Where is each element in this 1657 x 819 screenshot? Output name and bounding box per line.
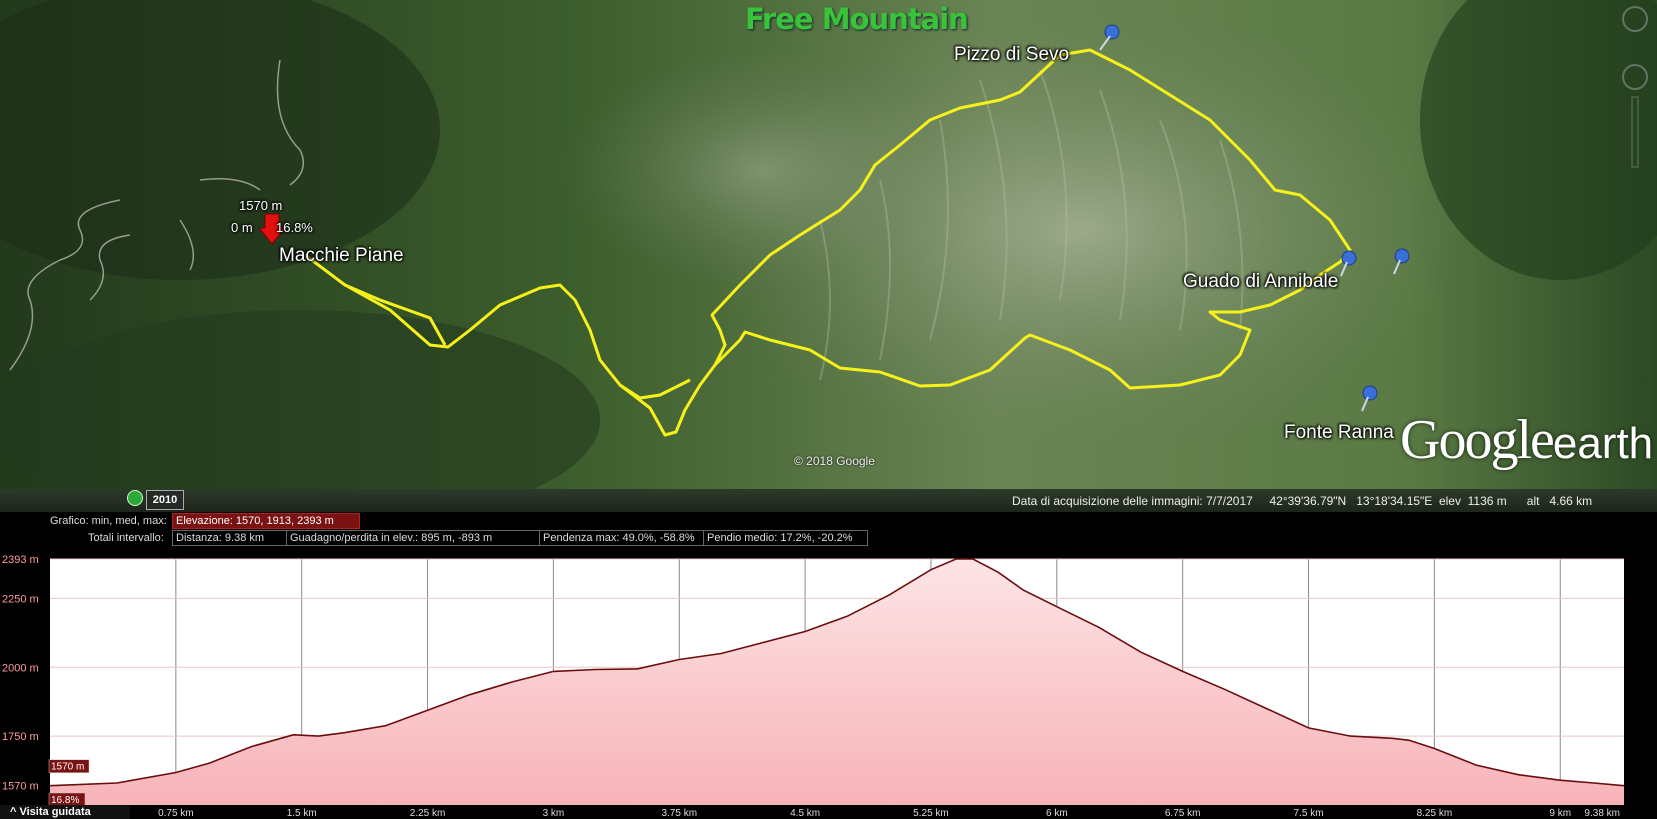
totals-caption: Totali intervallo: <box>88 532 164 544</box>
distance-box[interactable]: Distanza: 9.38 km <box>172 530 287 546</box>
label-pizzo-di-sevo[interactable]: Pizzo di Sevo <box>954 44 1069 66</box>
status-text: Data di acquisizione delle immagini: 7/7… <box>1012 494 1593 508</box>
x-tick-label: 3 km <box>543 808 565 819</box>
pin-fonte-icon[interactable] <box>1356 383 1384 413</box>
map-view[interactable]: Free Mountain Pizzo di Sevo Macchie Pian… <box>0 0 1657 512</box>
gps-track <box>304 48 1352 437</box>
status-bar: Data di acquisizione delle immagini: 7/7… <box>0 489 1657 512</box>
historical-imagery-icon[interactable] <box>127 490 143 506</box>
x-tick-label: 5.25 km <box>913 808 949 819</box>
x-tick-label: 4.5 km <box>790 808 820 819</box>
label-fonte-ranna[interactable]: Fonte Ranna <box>1284 422 1394 444</box>
graph-caption: Grafico: min, med, max: <box>50 515 167 527</box>
x-tick-label: 2.25 km <box>410 808 446 819</box>
x-tick-label: 7.5 km <box>1294 808 1324 819</box>
y-tick-label: 2393 m <box>2 554 39 566</box>
cursor-elev-label: 1570 m <box>51 762 84 773</box>
logo-google: Google <box>1400 409 1555 471</box>
pin-pizzo-icon[interactable] <box>1094 22 1122 52</box>
x-tick-label: 9 km <box>1549 808 1571 819</box>
marker-distance: 0 m <box>231 220 253 235</box>
navigation-control[interactable] <box>1618 5 1652 175</box>
brand-watermark: Free Mountain <box>745 2 969 36</box>
elevation-summary[interactable]: Elevazione: 1570, 1913, 2393 m <box>172 513 360 529</box>
x-tick-label: 6.75 km <box>1165 808 1201 819</box>
y-tick-label: 1750 m <box>2 731 39 743</box>
guided-tour-button[interactable]: ^ Visita guidata <box>0 805 130 819</box>
x-tick-label: 1.5 km <box>287 808 317 819</box>
historical-year-button[interactable]: 2010 <box>146 490 184 510</box>
x-tick-label: 9.38 km <box>1584 808 1620 819</box>
elevation-profile-panel: Grafico: min, med, max: Elevazione: 1570… <box>0 512 1657 819</box>
gain-loss-box[interactable]: Guadagno/perdita in elev.: 895 m, -893 m <box>286 530 540 546</box>
x-tick-label: 3.75 km <box>661 808 697 819</box>
x-tick-label: 6 km <box>1046 808 1068 819</box>
marker-slope: 16.8% <box>276 220 313 235</box>
label-macchie-piane[interactable]: Macchie Piane <box>279 245 404 267</box>
elevation-chart[interactable]: 2393 m 2250 m 2000 m 1750 m 1570 m 0.75 km 1.5… <box>0 548 1657 819</box>
x-tick-label: 0.75 km <box>158 808 194 819</box>
marker-elevation: 1570 m <box>239 198 283 213</box>
y-tick-label: 2000 m <box>2 662 39 674</box>
y-tick-label: 2250 m <box>2 593 39 605</box>
y-tick-label: 1570 m <box>2 781 39 793</box>
avg-slope-box[interactable]: Pendio medio: 17.2%, -20.2% <box>703 530 868 546</box>
pin-guado-icon[interactable] <box>1335 248 1363 278</box>
copyright-text: © 2018 Google <box>794 454 875 468</box>
max-slope-box[interactable]: Pendenza max: 49.0%, -58.8% <box>539 530 704 546</box>
x-tick-label: 8.25 km <box>1417 808 1453 819</box>
google-earth-logo: Googleearth <box>1400 408 1653 472</box>
pin-guado2-icon[interactable] <box>1388 246 1416 276</box>
label-guado-di-annibale[interactable]: Guado di Annibale <box>1183 271 1338 293</box>
guided-tour-label: Visita guidata <box>19 806 91 818</box>
logo-earth: earth <box>1552 419 1654 468</box>
